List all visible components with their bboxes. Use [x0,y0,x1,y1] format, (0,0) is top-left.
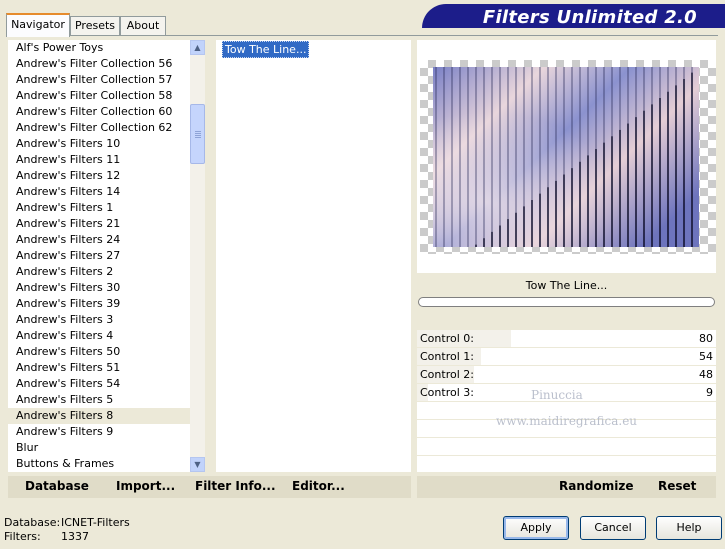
filter-list-item[interactable]: Andrew's Filters 14 [8,184,190,200]
database-status-value: ICNET-Filters [61,516,130,529]
filter-info-button[interactable]: Filter Info... [195,479,276,493]
filter-list-item[interactable]: Andrew's Filters 9 [8,424,190,440]
filter-list-item[interactable]: Andrew's Filters 5 [8,392,190,408]
control-1-value: 54 [699,350,713,363]
filter-list-item[interactable]: Andrew's Filter Collection 62 [8,120,190,136]
control-empty-row [417,456,716,474]
filter-list-item[interactable]: Andrew's Filters 54 [8,376,190,392]
tab-about[interactable]: About [120,16,166,35]
help-button[interactable]: Help [656,516,722,540]
filter-list-item[interactable]: Andrew's Filter Collection 56 [8,56,190,72]
filter-list-item[interactable]: Andrew's Filters 21 [8,216,190,232]
effect-list[interactable]: Tow The Line... [216,40,411,472]
database-status-label: Database: [4,516,61,529]
filter-list-item[interactable]: Andrew's Filters 2 [8,264,190,280]
database-button[interactable]: Database [25,479,89,493]
filters-status-value: 1337 [61,530,89,543]
filter-list-item[interactable]: Alf's Power Toys [8,40,190,56]
filter-list-item[interactable]: Andrew's Filters 10 [8,136,190,152]
control-2-value: 48 [699,368,713,381]
scroll-thumb[interactable] [190,104,205,164]
apply-button[interactable]: Apply [503,516,569,540]
filter-list-item[interactable]: Blur [8,440,190,456]
control-empty-row [417,438,716,456]
filter-list-item[interactable]: Andrew's Filters 27 [8,248,190,264]
tab-presets[interactable]: Presets [70,16,120,35]
filter-list-item[interactable]: Andrew's Filters 4 [8,328,190,344]
scroll-down-arrow-icon[interactable]: ▼ [190,457,205,472]
tab-divider [6,35,718,36]
filter-list-item[interactable]: Buttons & Frames [8,456,190,472]
control-0-label: Control 0: [420,332,474,345]
filter-list-item[interactable]: Andrew's Filters 1 [8,200,190,216]
control-1-label: Control 1: [420,350,474,363]
filter-list-item[interactable]: Andrew's Filters 50 [8,344,190,360]
scroll-up-arrow-icon[interactable]: ▲ [190,40,205,55]
filter-list-item[interactable]: Andrew's Filters 30 [8,280,190,296]
right-button-bar: Randomize Reset [417,476,716,498]
filters-status-label: Filters: [4,530,41,543]
title-banner: Filters Unlimited 2.0 [422,4,725,28]
randomize-button[interactable]: Randomize [559,479,633,493]
filter-list-item[interactable]: Andrew's Filter Collection 58 [8,88,190,104]
editor-button[interactable]: Editor... [292,479,345,493]
filter-list-item[interactable]: Andrew's Filter Collection 60 [8,104,190,120]
filter-list-item[interactable]: Andrew's Filters 24 [8,232,190,248]
control-3-label: Control 3: [420,386,474,399]
tab-navigator[interactable]: Navigator [6,13,70,37]
import-button[interactable]: Import... [116,479,175,493]
effect-preview-image [433,67,699,247]
control-3-value: 9 [706,386,713,399]
effect-name-label: Tow The Line... [525,279,608,292]
control-2-label: Control 2: [420,368,474,381]
filter-list-item[interactable]: Andrew's Filters 3 [8,312,190,328]
control-1-slider[interactable]: Control 1: 54 [417,348,716,366]
left-button-bar: Database Import... Filter Info... Editor… [8,476,411,498]
filter-list-item[interactable]: Andrew's Filters 8 [8,408,190,424]
control-0-slider[interactable]: Control 0: 80 [417,330,716,348]
watermark-line-2: www.maidiregrafica.eu [496,414,638,428]
filter-list-item[interactable]: Andrew's Filter Collection 57 [8,72,190,88]
effect-item-selected[interactable]: Tow The Line... [222,41,310,58]
watermark-line-1: Pinuccia [531,388,583,402]
filter-list-item[interactable]: Andrew's Filters 11 [8,152,190,168]
reset-button[interactable]: Reset [658,479,696,493]
filter-list-item[interactable]: Andrew's Filters 51 [8,360,190,376]
control-2-slider[interactable]: Control 2: 48 [417,366,716,384]
filter-list-scrollbar[interactable]: ▲ ▼ [190,40,205,472]
app-title: Filters Unlimited 2.0 [482,7,697,28]
filter-category-list[interactable]: Alf's Power Toys Andrew's Filter Collecti… [8,40,190,472]
filter-list-item[interactable]: Andrew's Filters 12 [8,168,190,184]
cancel-button[interactable]: Cancel [580,516,646,540]
control-0-value: 80 [699,332,713,345]
filter-list-item[interactable]: Andrew's Filters 39 [8,296,190,312]
progress-bar [418,297,715,307]
